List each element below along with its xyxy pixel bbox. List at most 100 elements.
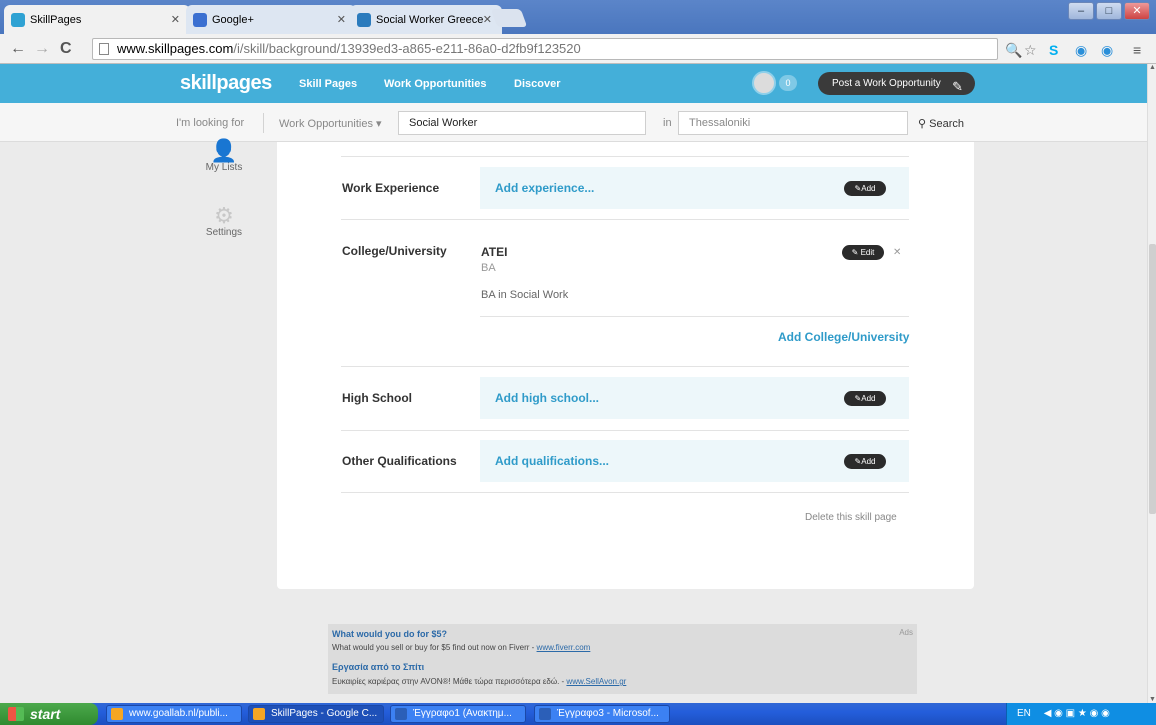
ad-body: What would you sell or buy for $5 find o… (332, 643, 537, 652)
minimize-button[interactable]: – (1068, 2, 1094, 20)
page-scrollbar[interactable]: ▲ ▼ (1147, 64, 1156, 703)
scroll-up-icon[interactable]: ▲ (1148, 64, 1156, 71)
bookmark-star-icon[interactable]: ☆ (1024, 42, 1037, 59)
button-label: Add (861, 394, 876, 403)
task-label: www.goallab.nl/publi... (129, 708, 228, 719)
start-button[interactable]: start (0, 703, 98, 725)
add-college-link[interactable]: Add College/University (778, 330, 909, 344)
taskbar-item[interactable]: Έγγραφο3 - Microsof... (534, 705, 670, 723)
address-bar[interactable]: www.skillpages.com/i/skill/background/13… (92, 38, 998, 60)
ad-title[interactable]: What would you do for $5? (332, 629, 447, 639)
browser-tab-bar: SkillPages ✕ Google+ ✕ Social Worker Gre… (0, 0, 1156, 34)
ad-link[interactable]: www.SellAvon.gr (566, 677, 626, 686)
system-tray: EN ◀ ◉ ▣ ★ ◉ ◉ (1006, 703, 1156, 725)
tab-title: Social Worker Greece (376, 13, 484, 26)
taskbar-item[interactable]: Έγγραφο1 (Ανακτημ... (390, 705, 526, 723)
list-icon: 👤 (210, 138, 238, 163)
edit-college-button[interactable]: ✎ Edit (842, 245, 884, 260)
windows-taskbar: start www.goallab.nl/publi... SkillPages… (0, 703, 1156, 725)
site-logo[interactable]: skillpages (180, 72, 272, 95)
button-label: Add (861, 457, 876, 466)
in-label: in (663, 117, 672, 129)
maximize-button[interactable]: □ (1096, 2, 1122, 20)
category-select[interactable]: Work Opportunities ▾ (279, 117, 382, 130)
forward-icon[interactable]: → (34, 40, 50, 58)
work-experience-add-box: Add experience... ✎Add (480, 167, 909, 209)
new-tab-button[interactable] (490, 9, 528, 27)
qualifications-add-box: Add qualifications... ✎Add (480, 440, 909, 482)
search-label: Search (929, 118, 964, 130)
user-avatar[interactable] (752, 71, 776, 95)
college-label: College/University (342, 244, 447, 258)
add-high-school-button[interactable]: ✎Add (844, 391, 886, 406)
degree-description: BA in Social Work (481, 289, 569, 301)
looking-for-label: I'm looking for (176, 117, 245, 129)
post-work-opportunity-button[interactable]: Post a Work Opportunity ✎ (818, 72, 975, 95)
start-label: start (30, 706, 61, 722)
ad-link[interactable]: www.fiverr.com (537, 643, 591, 652)
site-header: skillpages Skill Pages Work Opportunitie… (0, 64, 1147, 103)
work-experience-label: Work Experience (342, 181, 440, 195)
sidebar-item-settings[interactable]: ⚙ Settings (200, 203, 248, 239)
gear-icon: ⚙ (214, 203, 234, 228)
post-button-label: Post a Work Opportunity (832, 78, 941, 89)
tab-skillpages[interactable]: SkillPages ✕ (4, 5, 190, 34)
page-favicon-icon (357, 13, 371, 27)
search-input[interactable]: Social Worker (398, 111, 646, 135)
tab-social-worker-greece[interactable]: Social Worker Greece ✕ (350, 5, 502, 34)
scroll-thumb[interactable] (1149, 244, 1156, 514)
task-label: SkillPages - Google C... (271, 708, 378, 719)
tab-title: SkillPages (30, 13, 82, 26)
zoom-icon[interactable]: 🔍 (1005, 42, 1022, 59)
tab-google-plus[interactable]: Google+ ✕ (186, 5, 356, 34)
add-experience-link[interactable]: Add experience... (495, 181, 594, 195)
button-label: Add (861, 184, 876, 193)
language-indicator[interactable]: EN (1017, 708, 1031, 719)
search-button[interactable]: ⚲ Search (918, 117, 964, 130)
reload-icon[interactable]: C (60, 40, 72, 58)
remove-college-icon[interactable]: ✕ (893, 247, 901, 258)
ads-label: Ads (899, 628, 913, 637)
notification-badge[interactable]: 0 (779, 75, 797, 91)
sidebar-item-label: My Lists (205, 162, 243, 173)
close-icon[interactable]: ✕ (171, 13, 180, 26)
add-qualifications-button[interactable]: ✎Add (844, 454, 886, 469)
task-label: Έγγραφο1 (Ανακτημ... (413, 708, 512, 719)
taskbar-item[interactable]: www.goallab.nl/publi... (106, 705, 242, 723)
close-icon[interactable]: ✕ (483, 13, 492, 26)
taskbar-item[interactable]: SkillPages - Google C... (248, 705, 384, 723)
nav-work-opportunities[interactable]: Work Opportunities (384, 78, 486, 90)
sidebar-item-label: Settings (205, 227, 243, 238)
skype-icon[interactable]: S (1049, 42, 1058, 58)
scroll-down-icon[interactable]: ▼ (1148, 696, 1156, 703)
extension-icon[interactable]: ◉ (1101, 42, 1113, 59)
high-school-label: High School (342, 391, 412, 405)
task-label: Έγγραφο3 - Microsof... (557, 708, 659, 719)
windows-logo-icon (8, 707, 24, 721)
close-icon[interactable]: ✕ (337, 13, 346, 26)
nav-discover[interactable]: Discover (514, 78, 560, 90)
close-window-button[interactable]: ✕ (1124, 2, 1150, 20)
add-qualifications-link[interactable]: Add qualifications... (495, 454, 609, 468)
google-plus-favicon-icon (193, 13, 207, 27)
ad-title[interactable]: Εργασία από το Σπίτι (332, 662, 424, 672)
back-icon[interactable]: ← (10, 40, 26, 58)
sidebar-item-my-lists[interactable]: 👤 My Lists (200, 138, 248, 174)
tray-icons[interactable]: ◀ ◉ ▣ ★ ◉ ◉ (1044, 708, 1110, 719)
chrome-icon (111, 708, 123, 720)
add-experience-button[interactable]: ✎Add (844, 181, 886, 196)
delete-skill-page-link[interactable]: Delete this skill page (805, 512, 897, 523)
divider (341, 366, 909, 367)
high-school-add-box: Add high school... ✎Add (480, 377, 909, 419)
divider (341, 430, 909, 431)
nav-skill-pages[interactable]: Skill Pages (299, 78, 357, 90)
extension-icon[interactable]: ◉ (1075, 42, 1087, 59)
url-host: www.skillpages.com (117, 41, 234, 56)
menu-icon[interactable]: ≡ (1133, 42, 1141, 58)
button-label: Edit (860, 248, 875, 257)
location-input[interactable]: Thessaloniki (678, 111, 908, 135)
browser-toolbar: ← → C www.skillpages.com/i/skill/backgro… (0, 34, 1156, 64)
word-icon (539, 708, 551, 720)
window-controls: – □ ✕ (1068, 2, 1150, 20)
add-high-school-link[interactable]: Add high school... (495, 391, 599, 405)
